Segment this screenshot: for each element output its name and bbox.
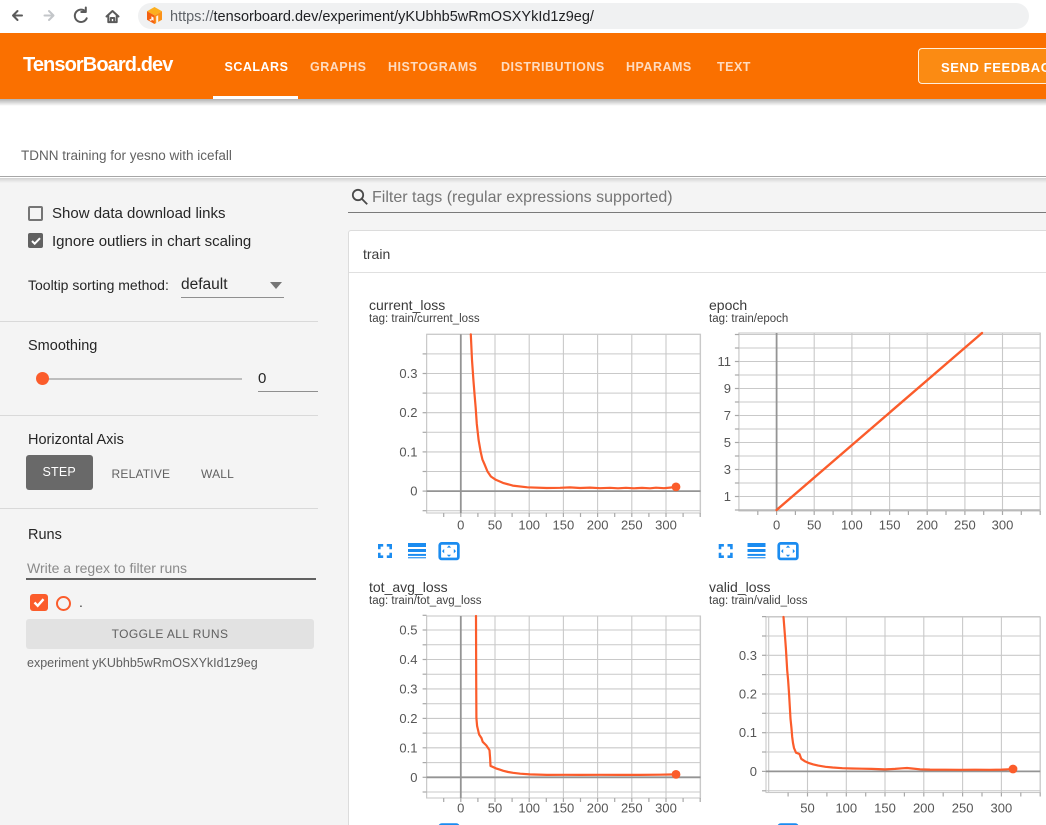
svg-text:0: 0	[457, 801, 464, 816]
svg-text:150: 150	[553, 801, 575, 816]
svg-text:50: 50	[488, 801, 502, 816]
svg-text:0: 0	[750, 764, 757, 779]
svg-text:200: 200	[916, 518, 938, 533]
svg-text:0.2: 0.2	[399, 711, 417, 726]
svg-text:0: 0	[410, 770, 417, 785]
svg-text:0.3: 0.3	[399, 681, 417, 696]
svg-text:250: 250	[952, 801, 974, 816]
svg-text:0.3: 0.3	[399, 366, 417, 381]
svg-text:200: 200	[913, 801, 935, 816]
svg-text:250: 250	[954, 518, 976, 533]
svg-text:0.5: 0.5	[399, 623, 417, 638]
svg-text:100: 100	[835, 801, 857, 816]
svg-text:150: 150	[874, 801, 896, 816]
svg-text:100: 100	[841, 518, 863, 533]
svg-text:0.3: 0.3	[739, 648, 757, 663]
svg-text:5: 5	[724, 435, 731, 450]
svg-text:0.2: 0.2	[399, 405, 417, 420]
svg-text:50: 50	[800, 801, 814, 816]
svg-text:0.4: 0.4	[399, 652, 417, 667]
svg-text:1: 1	[724, 489, 731, 504]
svg-text:0.1: 0.1	[399, 740, 417, 755]
svg-text:250: 250	[621, 518, 643, 533]
svg-text:250: 250	[621, 801, 643, 816]
svg-text:0.1: 0.1	[739, 725, 757, 740]
svg-text:300: 300	[992, 518, 1014, 533]
svg-text:3: 3	[724, 462, 731, 477]
svg-text:50: 50	[488, 518, 502, 533]
svg-text:11: 11	[718, 354, 732, 369]
svg-text:200: 200	[587, 801, 609, 816]
svg-text:0: 0	[410, 484, 417, 499]
svg-text:9: 9	[724, 381, 731, 396]
svg-text:0: 0	[773, 518, 780, 533]
svg-text:0.1: 0.1	[399, 444, 417, 459]
svg-text:300: 300	[655, 518, 677, 533]
svg-text:0.2: 0.2	[739, 687, 757, 702]
svg-text:300: 300	[991, 801, 1013, 816]
svg-text:7: 7	[724, 408, 731, 423]
svg-text:200: 200	[587, 518, 609, 533]
svg-text:100: 100	[518, 801, 540, 816]
svg-text:0: 0	[457, 518, 464, 533]
svg-text:100: 100	[518, 518, 540, 533]
svg-text:150: 150	[879, 518, 901, 533]
svg-text:50: 50	[807, 518, 821, 533]
svg-text:300: 300	[655, 801, 677, 816]
svg-text:150: 150	[553, 518, 575, 533]
